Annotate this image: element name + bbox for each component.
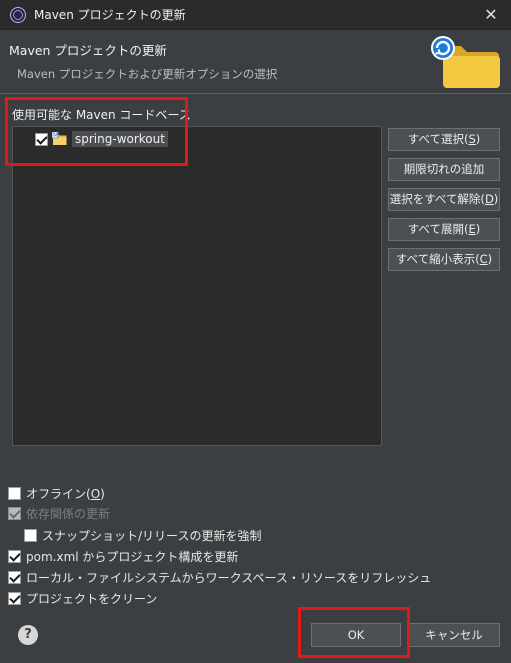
expand-all-button[interactable]: すべて展開(E) <box>388 218 500 241</box>
update-config-label: pom.xml からプロジェクト構成を更新 <box>26 550 239 564</box>
update-dependencies-option: 依存関係の更新 <box>8 505 110 522</box>
collapse-all-button[interactable]: すべて縮小表示(C) <box>388 248 500 271</box>
force-snapshot-checkbox[interactable] <box>24 529 37 542</box>
add-out-of-date-button[interactable]: 期限切れの追加 <box>388 158 500 181</box>
window-title: Maven プロジェクトの更新 <box>34 8 186 22</box>
offline-option[interactable]: オフライン(O) <box>8 485 105 502</box>
update-config-option[interactable]: pom.xml からプロジェクト構成を更新 <box>8 548 238 565</box>
clean-projects-checkbox[interactable] <box>8 592 21 605</box>
force-snapshot-label: スナップショット/リリースの更新を強制 <box>42 529 262 543</box>
help-icon[interactable]: ? <box>18 625 38 645</box>
update-config-checkbox[interactable] <box>8 550 21 563</box>
ok-button[interactable]: OK <box>311 623 401 647</box>
svg-text:M: M <box>53 133 58 139</box>
clean-projects-option[interactable]: プロジェクトをクリーン <box>8 590 157 607</box>
close-icon[interactable]: ✕ <box>481 5 501 25</box>
codebase-label: 使用可能な Maven コードベース <box>12 108 191 122</box>
folder-refresh-icon <box>431 36 500 88</box>
deselect-all-button[interactable]: 選択をすべて解除(D) <box>388 188 500 211</box>
refresh-workspace-option[interactable]: ローカル・ファイルシステムからワークスペース・リソースをリフレッシュ <box>8 569 431 586</box>
title-bar: Maven プロジェクトの更新 ✕ <box>0 0 511 30</box>
wizard-header: Maven プロジェクトの更新 Maven プロジェクトおよび更新オプションの選… <box>0 30 511 94</box>
update-dependencies-checkbox <box>8 507 21 520</box>
maven-project-icon: M <box>52 132 67 145</box>
eclipse-icon <box>10 6 26 23</box>
refresh-workspace-label: ローカル・ファイルシステムからワークスペース・リソースをリフレッシュ <box>26 571 432 585</box>
offline-checkbox[interactable] <box>8 487 21 500</box>
cancel-button[interactable]: キャンセル <box>408 623 500 647</box>
project-label: spring-workout <box>72 131 168 147</box>
project-checkbox[interactable] <box>35 132 48 146</box>
force-snapshot-option[interactable]: スナップショット/リリースの更新を強制 <box>24 527 261 544</box>
update-dependencies-label: 依存関係の更新 <box>26 507 111 521</box>
refresh-workspace-checkbox[interactable] <box>8 571 21 584</box>
tree-item-spring-workout[interactable]: M spring-workout <box>35 130 168 148</box>
codebase-tree[interactable]: M spring-workout <box>12 126 382 446</box>
clean-projects-label: プロジェクトをクリーン <box>26 592 158 606</box>
header-title: Maven プロジェクトの更新 <box>9 43 167 58</box>
header-description: Maven プロジェクトおよび更新オプションの選択 <box>17 67 278 81</box>
select-all-button[interactable]: すべて選択(S) <box>388 128 500 151</box>
